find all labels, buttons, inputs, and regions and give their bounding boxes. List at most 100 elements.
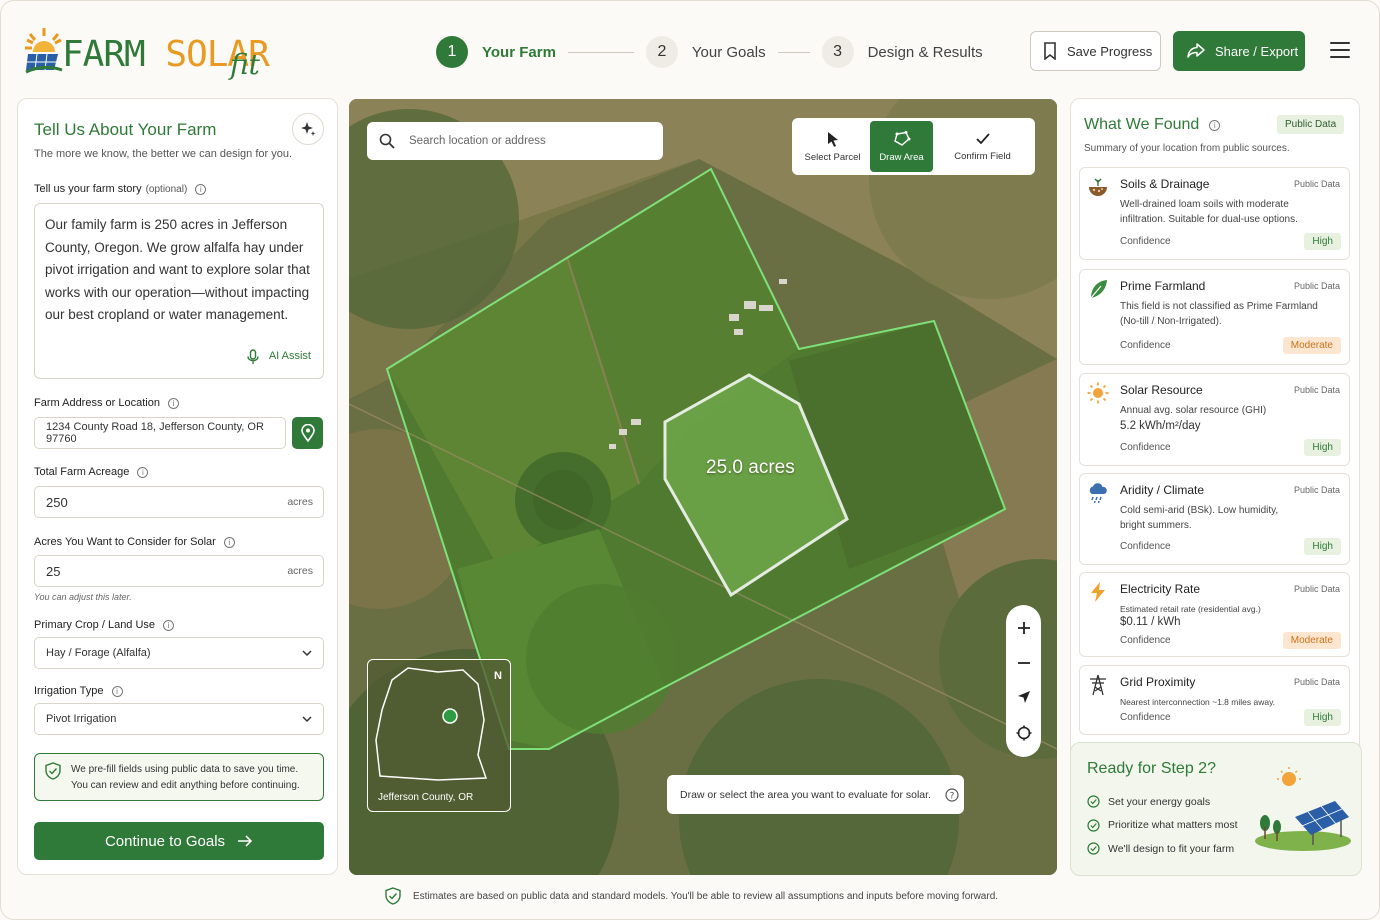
cursor-icon <box>827 131 838 147</box>
finding-card-solar-resource[interactable]: Solar Resource Public Data Annual avg. s… <box>1079 373 1350 466</box>
step-design-results[interactable]: 3 Design & Results <box>821 36 983 68</box>
farm-details-panel: Tell Us About Your Farm The more we know… <box>17 98 338 875</box>
continue-to-goals-button[interactable]: Continue to Goals <box>34 822 324 860</box>
address-label: Farm Address or Location i <box>34 397 179 409</box>
save-progress-button[interactable]: Save Progress <box>1030 31 1161 71</box>
card-value: 5.2 kWh/m²/day <box>1120 420 1201 432</box>
finding-card-prime-farmland[interactable]: Prime Farmland Public Data This field is… <box>1079 269 1350 365</box>
map-hint: Draw or select the area you want to eval… <box>667 775 964 814</box>
card-source: Public Data <box>1293 677 1340 687</box>
sun-icon <box>1087 382 1109 404</box>
irrigation-label: Irrigation Type i <box>34 685 123 697</box>
app-logo: FARM SOLAR fit <box>24 22 274 84</box>
card-title: Solar Resource <box>1120 383 1203 397</box>
ai-sparkle-button[interactable] <box>292 113 324 145</box>
locate-me-icon[interactable] <box>1017 690 1031 704</box>
help-icon[interactable]: ? <box>945 787 959 802</box>
findings-title: What We Found i <box>1084 116 1221 134</box>
address-input[interactable]: 1234 County Road 18, Jefferson County, O… <box>34 417 286 449</box>
leaf-icon <box>1090 280 1107 299</box>
share-export-button[interactable]: Share / Export <box>1173 31 1305 71</box>
farm-story-label: Tell us your farm story (optional) i <box>34 183 207 195</box>
card-value: $0.11 / kWh <box>1120 616 1181 628</box>
satellite-map[interactable]: Search location or address Select Parcel… <box>349 99 1057 875</box>
confidence-badge: Moderate <box>1282 337 1341 354</box>
svg-text:?: ? <box>950 791 955 801</box>
info-icon: i <box>111 685 123 697</box>
check-icon <box>975 132 990 144</box>
hamburger-menu-icon[interactable] <box>1330 42 1350 60</box>
zoom-in-icon[interactable] <box>1017 621 1031 635</box>
finding-card-electricity-rate[interactable]: Electricity Rate Public Data Estimated r… <box>1079 572 1350 657</box>
step-connector <box>777 51 810 53</box>
card-description: Nearest interconnection ~1.8 miles away. <box>1120 697 1276 707</box>
card-source: Public Data <box>1293 485 1340 495</box>
step-your-farm[interactable]: 1 Your Farm <box>436 36 556 68</box>
inset-county-label: Jefferson County, OR <box>378 792 474 803</box>
next-step-list: Set your energy goals Prioritize what ma… <box>1087 790 1238 861</box>
county-outline <box>375 667 488 781</box>
confidence-label: Confidence <box>1120 442 1171 453</box>
total-acreage-input[interactable]: 250 acres <box>34 486 324 518</box>
info-icon: i <box>1209 119 1221 131</box>
select-parcel-tool[interactable]: Select Parcel <box>795 121 870 172</box>
acreage-label: Total Farm Acreage i <box>34 466 149 478</box>
search-icon <box>379 133 395 149</box>
solar-acres-label: Acres You Want to Consider for Solar i <box>34 536 235 548</box>
irrigation-select[interactable]: Pivot Irrigation <box>34 703 324 735</box>
power-tower-icon <box>1090 674 1106 696</box>
sparkle-icon <box>301 122 316 136</box>
findings-panel: What We Found i Public Data Summary of yo… <box>1070 98 1362 876</box>
farm-story-textarea[interactable]: Our family farm is 250 acres in Jefferso… <box>34 203 324 379</box>
step-label: Your Farm <box>482 43 556 61</box>
finding-card-aridity[interactable]: Aridity / Climate Public Data Cold semi-… <box>1079 473 1350 565</box>
chevron-down-icon <box>302 716 312 723</box>
panel-title: Tell Us About Your Farm <box>34 120 217 139</box>
solar-acres-input[interactable]: 25 acres <box>34 555 324 587</box>
locate-pin-button[interactable] <box>292 417 323 449</box>
arrow-right-icon <box>238 835 253 847</box>
finding-card-soils[interactable]: Soils & Drainage Public Data Well-draine… <box>1079 167 1350 260</box>
check-circle-icon <box>1087 842 1100 855</box>
card-description: This field is not classified as Prime Fa… <box>1120 301 1318 327</box>
bookmark-icon <box>1044 42 1056 60</box>
share-icon <box>1187 43 1205 58</box>
step-label: Your Goals <box>691 43 766 61</box>
progress-stepper: 1 Your Farm 2 Your Goals 3 Design & Resu… <box>436 34 983 70</box>
finding-card-grid-proximity[interactable]: Grid Proximity Public Data Nearest inter… <box>1079 665 1350 735</box>
zoom-out-icon[interactable] <box>1017 656 1031 670</box>
confidence-badge: High <box>1304 538 1341 555</box>
reset-view-icon[interactable] <box>1016 725 1032 741</box>
card-source: Public Data <box>1293 385 1340 395</box>
map-search-input[interactable]: Search location or address <box>367 122 663 160</box>
farm-story-text: Our family farm is 250 acres in Jefferso… <box>45 217 310 323</box>
card-description: Annual avg. solar resource (GHI) <box>1120 405 1267 416</box>
draw-polygon-icon <box>893 130 910 146</box>
crop-select[interactable]: Hay / Forage (Alfalfa) <box>34 637 324 669</box>
confidence-label: Confidence <box>1120 541 1171 552</box>
rain-cloud-icon <box>1089 483 1107 504</box>
step-your-goals[interactable]: 2 Your Goals <box>645 36 766 68</box>
shield-check-icon <box>385 887 401 905</box>
step-number: 1 <box>436 36 468 68</box>
map-pin-icon <box>300 424 315 442</box>
list-item: Prioritize what matters most <box>1087 814 1238 838</box>
soil-icon <box>1089 178 1107 196</box>
info-icon: i <box>223 536 235 548</box>
confirm-field-tool[interactable]: Confirm Field <box>933 121 1032 172</box>
findings-subtitle: Summary of your location from public sou… <box>1084 143 1290 154</box>
solar-farm-illustration <box>1255 767 1351 851</box>
info-icon: i <box>195 183 207 195</box>
lightning-icon <box>1091 582 1105 602</box>
next-step-title: Ready for Step 2? <box>1087 760 1216 777</box>
ai-assist-button[interactable]: AI Assist <box>247 345 311 368</box>
solar-acres-helper: You can adjust this later. <box>34 592 132 602</box>
disclaimer: Estimates are based on public data and s… <box>385 887 998 905</box>
map-toolbar: Select Parcel Draw Area Confirm Field <box>792 118 1035 175</box>
save-progress-label: Save Progress <box>1067 43 1153 59</box>
confidence-label: Confidence <box>1120 712 1171 723</box>
draw-area-tool[interactable]: Draw Area <box>870 121 933 172</box>
card-source: Public Data <box>1293 281 1340 291</box>
confidence-badge: High <box>1304 709 1341 726</box>
card-title: Grid Proximity <box>1120 675 1196 689</box>
